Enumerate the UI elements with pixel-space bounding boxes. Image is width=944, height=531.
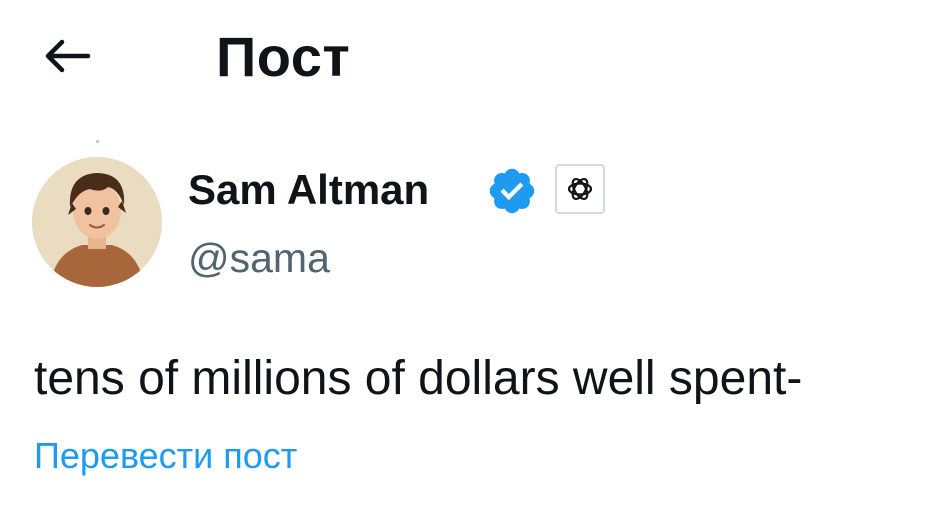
post-text: tens of millions of dollars well spent- bbox=[34, 352, 803, 405]
decorative-dot bbox=[96, 140, 99, 143]
openai-logo-icon bbox=[567, 177, 593, 201]
avatar[interactable] bbox=[32, 157, 162, 287]
author-name[interactable]: Sam Altman bbox=[188, 163, 429, 217]
translate-post-link[interactable]: Перевести пост bbox=[34, 432, 297, 480]
post-page: Пост Sam Altman @sama tens of millions o… bbox=[0, 0, 944, 531]
page-title: Пост bbox=[216, 25, 351, 88]
author-handle[interactable]: @sama bbox=[188, 231, 330, 285]
arrow-left-icon bbox=[45, 39, 91, 73]
avatar-image bbox=[32, 157, 162, 287]
back-button[interactable] bbox=[36, 30, 96, 82]
verified-badge-icon[interactable] bbox=[486, 165, 538, 217]
affiliate-badge[interactable] bbox=[555, 164, 605, 214]
